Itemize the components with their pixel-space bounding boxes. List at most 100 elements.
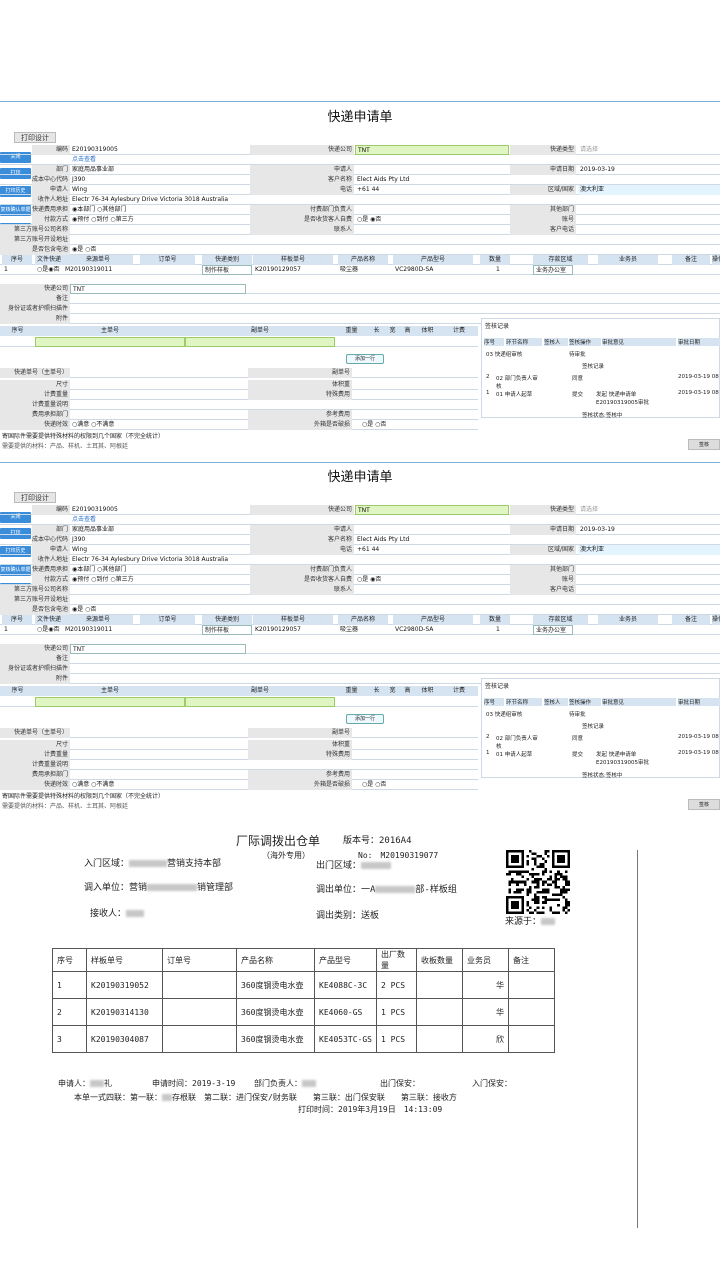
slip-cell: 360度钢烫电水壶 (236, 971, 315, 999)
items-header-cell: 业务员 (598, 615, 658, 625)
main-no-input[interactable] (35, 697, 185, 707)
review-cell: 同意 (572, 736, 584, 742)
region-value[interactable]: 澳大利亚 (578, 545, 720, 555)
sub-no-input[interactable] (185, 697, 335, 707)
battery-options[interactable]: ◉是 ○否 (70, 605, 130, 615)
print-design-button[interactable]: 打印设计 (14, 132, 56, 143)
note-2: 需要提供的材料：产品、样机、土耳其、阿根廷 (2, 443, 129, 450)
pkg-header-cell: 主单号 (35, 686, 185, 696)
add-row-button[interactable]: 添加一行 (346, 714, 384, 724)
review-status: 签核状态:签核中 (582, 773, 623, 779)
main-no-input[interactable] (35, 337, 185, 347)
pay-label: 付款方式 (32, 575, 70, 585)
mail-options[interactable]: ◉本部门 ○其他部门 (70, 205, 170, 215)
slip-edition: 版本号：2016A4 (343, 836, 412, 846)
receiver: 接收人： (90, 906, 145, 919)
courier2-select[interactable]: TNT (70, 284, 246, 294)
courier-select[interactable]: TNT (355, 145, 509, 155)
review-cell: 01 申请人起草 (496, 392, 533, 398)
ref-label: 参考费用 (248, 770, 352, 780)
is-owner-options[interactable]: ○是 ◉否 (355, 575, 415, 585)
region-value[interactable]: 澳大利亚 (578, 185, 720, 195)
courier2-select[interactable]: TNT (70, 644, 246, 654)
click-view-link[interactable]: 点击查看 (70, 155, 250, 165)
item-file-options[interactable]: ○是◉否 (35, 625, 63, 635)
review-header-cell: 审批意见 (602, 338, 676, 346)
note-1: 寄国际件需要提供特殊材料的权限到几个国家（不完全统计） (2, 793, 165, 800)
pkg-header-cell: 序号 (0, 326, 35, 336)
review-cell: 03 快递组审核 (486, 352, 523, 358)
slip-header-cell: 产品型号 (314, 948, 377, 972)
review-header-cell: 签核操作 (569, 338, 601, 346)
special-label: 特殊费用 (248, 750, 352, 760)
items-header-cell: 存款区域 (533, 255, 588, 265)
eff-options[interactable]: ○满意 ○不满意 (70, 420, 150, 430)
courier-type-input[interactable]: 请选择 (578, 145, 720, 155)
review-record-title: 签核记录 (582, 724, 605, 730)
review-header-cell: 签核操作 (569, 698, 601, 706)
address-label: 收件人地址 (32, 195, 70, 205)
other-dept-label: 其他部门 (510, 565, 576, 575)
item-product: 吸尘器 (340, 626, 359, 633)
slip-header-cell: 出厂数量 (376, 948, 417, 972)
item-category-select[interactable]: 制作样板 (202, 265, 252, 275)
is-owner-label: 是否收货客人自费 (250, 215, 354, 225)
slip-header-cell: 样板单号 (86, 948, 163, 972)
mail-options[interactable]: ◉本部门 ○其他部门 (70, 565, 170, 575)
slip-header-cell: 产品名称 (236, 948, 315, 972)
pay-options[interactable]: ◉预付 ○到付 ○第三方 (70, 215, 170, 225)
item-file-options[interactable]: ○是◉否 (35, 265, 63, 275)
print-time: 打印时间：2019年3月19日 14:13:09 (298, 1105, 443, 1114)
items-header-cell: 订单号 (140, 255, 195, 265)
items-header-cell: 备注 (672, 255, 710, 265)
slip-header-cell: 收板数量 (416, 948, 463, 972)
battery-label: 是否包含电池 (0, 245, 70, 255)
slip-cell (416, 1025, 463, 1053)
courier-type-input[interactable]: 请选择 (578, 505, 720, 515)
item-category-select[interactable]: 制作样板 (202, 625, 252, 635)
cost-label: 成本中心代码 (32, 535, 70, 545)
out-guard: 出门保安： (380, 1079, 420, 1088)
check-button[interactable]: 签核 (688, 439, 720, 450)
items-header: 序号 文件快递 来源单号 订单号 快递类别 样板单号 产品名称 产品型号 数量 存款区域 业务员 备注… (0, 615, 720, 625)
slip-row: 1 K20190319052 360度钢烫电水壶 KE4088C-3C 2 PCS 华 (52, 971, 555, 999)
copies-note: 本单一式四联：第一联： 存根联 第二联：进门保安/财务联 第三联：出门保安联 第三… (74, 1093, 457, 1102)
print-design-button[interactable]: 打印设计 (14, 492, 56, 503)
bill-desc-label: 计费重量说明 (0, 760, 70, 770)
items-header-cell: 产品名称 (338, 615, 388, 625)
review-record-title: 签核记录 (582, 364, 605, 370)
note-1: 寄国际件需要提供特殊材料的权限到几个国家（不完全统计） (2, 433, 165, 440)
dept-label: 部门 (32, 165, 70, 175)
pkg-header-cell: 高 (400, 686, 415, 696)
item-no: 1 (4, 626, 8, 633)
other-dept-label: 其他部门 (510, 205, 576, 215)
pay-options[interactable]: ◉预付 ○到付 ○第三方 (70, 575, 170, 585)
battery-options[interactable]: ◉是 ○否 (70, 245, 130, 255)
pkg-header-cell: 体积 (415, 326, 440, 336)
pkg-header-cell: 副单号 (185, 686, 335, 696)
items-header-cell: 快递类别 (202, 615, 252, 625)
req-date-value: 2019-03-19 (580, 526, 615, 533)
eff-options[interactable]: ○满意 ○不满意 (70, 780, 150, 790)
item-area-select[interactable]: 业务办公室 (533, 625, 573, 635)
add-row-button[interactable]: 添加一行 (346, 354, 384, 364)
out-options[interactable]: ○是 ○否 (360, 780, 420, 790)
review-panel: 签核记录 序号 环节名称 签核人 签核操作 审批意见 审批日期 03 快递组审核 待审批 签核记录… (481, 678, 720, 779)
check-button[interactable]: 签核 (688, 799, 720, 810)
out-options[interactable]: ○是 ○否 (360, 420, 420, 430)
click-view-link[interactable]: 点击查看 (70, 515, 250, 525)
slip-cell: 360度钢烫电水壶 (236, 998, 315, 1026)
pkg-header-cell: 主单号 (35, 326, 185, 336)
sub-no-input[interactable] (185, 337, 335, 347)
items-header-cell: 样板单号 (253, 615, 333, 625)
is-owner-options[interactable]: ○是 ◉否 (355, 215, 415, 225)
express-form-2: 快递申请单 打印设计 关闭 打印 打印历史 复核确认单据 << 编码 E2019… (0, 466, 720, 821)
eff-label: 快递时效 (0, 420, 70, 430)
slip-cell (416, 998, 463, 1026)
bill-weight-label: 计费重量 (0, 750, 70, 760)
review-header-cell: 环节名称 (506, 338, 542, 346)
courier-select[interactable]: TNT (355, 505, 509, 515)
item-area-select[interactable]: 业务办公室 (533, 265, 573, 275)
courier2-label: 快递公司 (0, 644, 70, 654)
slip-row: 2 K20190314130 360度钢烫电水壶 KE4060-GS 1 PCS 华 (52, 998, 555, 1026)
